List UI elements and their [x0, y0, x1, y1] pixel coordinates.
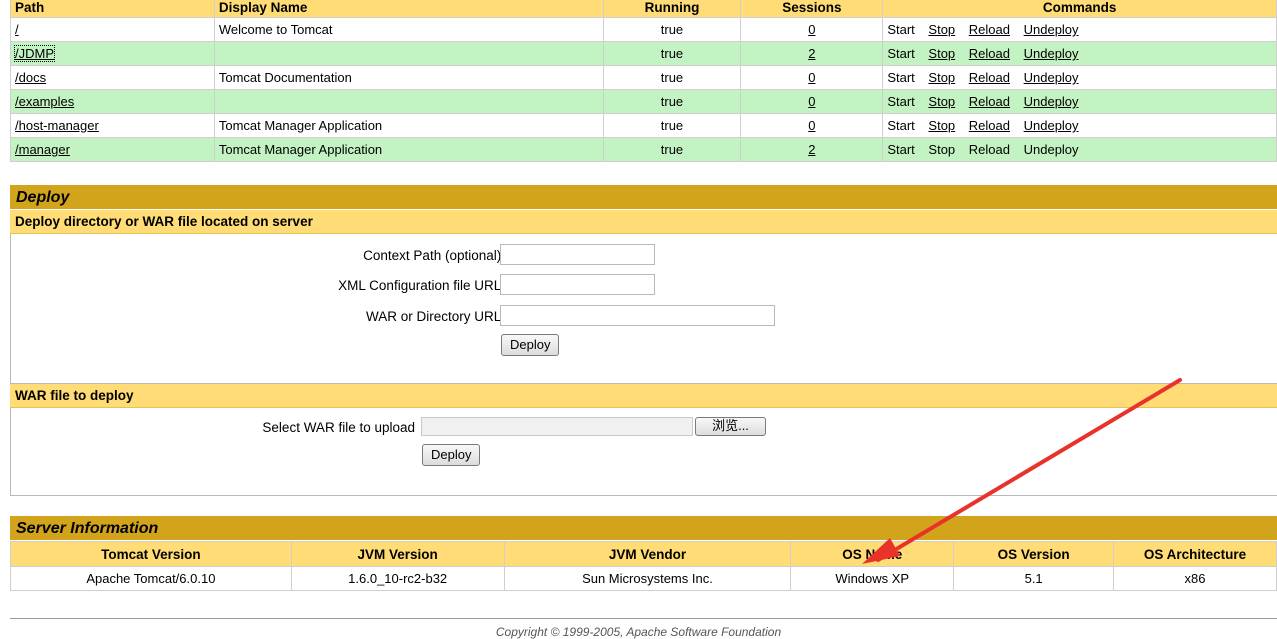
- header-os-version: OS Version: [953, 541, 1115, 567]
- tomcat-version-value: Apache Tomcat/6.0.10: [10, 566, 292, 591]
- deploy-war-button[interactable]: Deploy: [422, 444, 481, 466]
- app-running: true: [602, 41, 742, 66]
- app-sessions-link[interactable]: 0: [808, 94, 815, 109]
- app-sessions-link[interactable]: 0: [808, 118, 815, 133]
- deploy-server-button[interactable]: Deploy: [501, 334, 560, 356]
- footer-divider: [10, 618, 1277, 619]
- table-row: /JDMP true 2 Start Stop Reload Undeploy: [10, 41, 1277, 66]
- header-os-architecture: OS Architecture: [1113, 541, 1277, 567]
- os-architecture-value: x86: [1113, 566, 1277, 591]
- start-command: Start: [887, 94, 915, 109]
- xml-config-label: XML Configuration file URL:: [338, 278, 505, 293]
- server-info-table: Tomcat Version JVM Version JVM Vendor OS…: [10, 541, 1277, 591]
- jvm-vendor-value: Sun Microsystems Inc.: [503, 566, 792, 591]
- header-sessions: Sessions: [740, 0, 884, 18]
- table-row: /manager Tomcat Manager Application true…: [10, 137, 1277, 162]
- table-row: Apache Tomcat/6.0.10 1.6.0_10-rc2-b32 Su…: [10, 566, 1277, 591]
- app-running: true: [602, 89, 742, 114]
- undeploy-link[interactable]: Undeploy: [1024, 118, 1079, 133]
- os-version-value: 5.1: [953, 566, 1115, 591]
- header-commands: Commands: [882, 0, 1277, 18]
- table-row: /host-manager Tomcat Manager Application…: [10, 113, 1277, 138]
- jvm-version-value: 1.6.0_10-rc2-b32: [290, 566, 505, 591]
- table-row: / Welcome to Tomcat true 0 Start Stop Re…: [10, 17, 1277, 42]
- app-running: true: [602, 137, 742, 162]
- undeploy-link[interactable]: Undeploy: [1024, 94, 1079, 109]
- start-command: Start: [887, 118, 915, 133]
- select-war-label: Select WAR file to upload: [262, 420, 415, 435]
- deploy-section-title: Deploy: [10, 185, 1277, 209]
- start-command: Start: [887, 70, 915, 85]
- app-running: true: [602, 17, 742, 42]
- browse-button[interactable]: 浏览...: [695, 417, 766, 436]
- start-command: Start: [887, 142, 915, 157]
- war-dir-input[interactable]: [500, 305, 775, 326]
- stop-link[interactable]: Stop: [928, 46, 955, 61]
- stop-command: Stop: [928, 142, 956, 157]
- reload-command: Reload: [968, 142, 1010, 157]
- header-path: Path: [10, 0, 215, 18]
- undeploy-command: Undeploy: [1023, 142, 1079, 157]
- header-jvm-version: JVM Version: [290, 541, 505, 567]
- applications-table: Path Display Name Running Sessions Comma…: [10, 0, 1277, 162]
- undeploy-link[interactable]: Undeploy: [1024, 22, 1079, 37]
- app-display-name: Tomcat Manager Application: [213, 137, 604, 162]
- war-upload-panel: Select WAR file to upload 浏览... Deploy: [10, 408, 1277, 496]
- reload-link[interactable]: Reload: [969, 118, 1010, 133]
- war-upload-subtitle: WAR file to deploy: [10, 384, 1277, 408]
- app-sessions-link[interactable]: 0: [808, 22, 815, 37]
- app-sessions-link[interactable]: 2: [808, 142, 815, 157]
- app-running: true: [602, 113, 742, 138]
- war-file-field[interactable]: [421, 417, 693, 436]
- header-os-name: OS Name: [790, 541, 955, 567]
- app-display-name: [213, 41, 604, 66]
- app-sessions-link[interactable]: 2: [808, 46, 815, 61]
- stop-link[interactable]: Stop: [928, 70, 955, 85]
- header-display-name: Display Name: [213, 0, 604, 18]
- stop-link[interactable]: Stop: [928, 94, 955, 109]
- header-tomcat-version: Tomcat Version: [10, 541, 292, 567]
- reload-link[interactable]: Reload: [969, 70, 1010, 85]
- deploy-server-subtitle: Deploy directory or WAR file located on …: [10, 210, 1277, 234]
- applications-header-row: Path Display Name Running Sessions Comma…: [10, 0, 1277, 18]
- war-dir-label: WAR or Directory URL:: [365, 309, 505, 324]
- app-path-link[interactable]: /examples: [15, 94, 74, 109]
- app-display-name: Tomcat Manager Application: [213, 113, 604, 138]
- app-path-link[interactable]: /host-manager: [15, 118, 99, 133]
- app-display-name: Tomcat Documentation: [213, 65, 604, 90]
- server-info-title: Server Information: [10, 516, 1277, 540]
- copyright-footer: Copyright © 1999-2005, Apache Software F…: [495, 625, 782, 639]
- header-jvm-vendor: JVM Vendor: [503, 541, 792, 567]
- table-row: /docs Tomcat Documentation true 0 Start …: [10, 65, 1277, 90]
- undeploy-link[interactable]: Undeploy: [1024, 70, 1079, 85]
- undeploy-link[interactable]: Undeploy: [1024, 46, 1079, 61]
- app-path-link[interactable]: /JDMP: [14, 45, 55, 62]
- reload-link[interactable]: Reload: [969, 46, 1010, 61]
- app-sessions-link[interactable]: 0: [808, 70, 815, 85]
- context-path-label: Context Path (optional):: [363, 248, 505, 263]
- table-row: /examples true 0 Start Stop Reload Undep…: [10, 89, 1277, 114]
- start-command: Start: [887, 46, 915, 61]
- reload-link[interactable]: Reload: [969, 94, 1010, 109]
- app-path-link[interactable]: /docs: [15, 70, 46, 85]
- context-path-input[interactable]: [500, 244, 655, 265]
- stop-link[interactable]: Stop: [928, 118, 955, 133]
- app-path-link[interactable]: /: [15, 22, 19, 37]
- header-running: Running: [602, 0, 742, 18]
- app-running: true: [602, 65, 742, 90]
- deploy-server-panel: Context Path (optional): XML Configurati…: [10, 234, 1277, 384]
- app-display-name: Welcome to Tomcat: [213, 17, 604, 42]
- app-path-link[interactable]: /manager: [15, 142, 70, 157]
- start-command: Start: [887, 22, 915, 37]
- app-display-name: [213, 89, 604, 114]
- xml-config-input[interactable]: [500, 274, 655, 295]
- stop-link[interactable]: Stop: [928, 22, 955, 37]
- os-name-value: Windows XP: [790, 566, 955, 591]
- reload-link[interactable]: Reload: [969, 22, 1010, 37]
